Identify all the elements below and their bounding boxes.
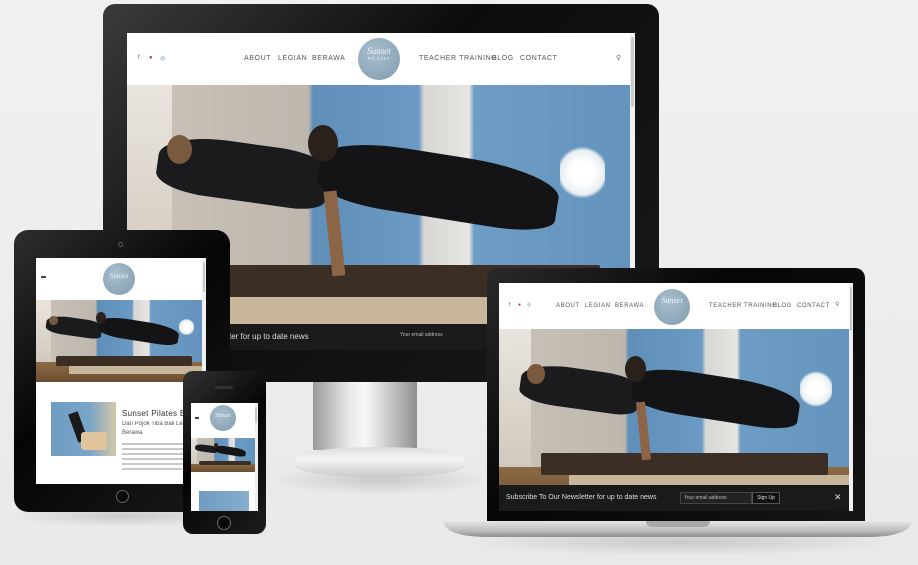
nav-teacher-training[interactable]: TEACHER TRAINING: [419, 55, 497, 62]
tablet-card-text-line: [122, 468, 182, 470]
facebook-icon[interactable]: f: [509, 302, 510, 308]
newsletter-close-icon[interactable]: ✕: [834, 492, 842, 503]
phone-logo-text: Sunset: [215, 413, 231, 419]
phone-logo[interactable]: Sunset: [210, 405, 236, 431]
laptop-logo[interactable]: Sunset: [654, 289, 690, 325]
nav-contact[interactable]: CONTACT: [520, 55, 558, 62]
phone-scrollbar[interactable]: [255, 403, 258, 511]
phone-hero-photo: [191, 438, 255, 472]
tablet-card-image[interactable]: [51, 402, 116, 456]
nav-legian[interactable]: LEGIAN: [278, 55, 307, 62]
desktop-site-header: f ● ◎ ABOUT LEGIAN BERAWA Sunset PILATES…: [127, 33, 635, 85]
search-icon[interactable]: ⚲: [835, 301, 839, 308]
instagram-icon[interactable]: ◎: [160, 55, 165, 62]
laptop-notch: [646, 521, 710, 527]
laptop-newsletter-bar: Subscribe To Our Newsletter for up to da…: [499, 485, 849, 511]
phone-card-image[interactable]: [199, 491, 249, 511]
laptop-newsletter-email-input[interactable]: Your email address: [680, 492, 752, 504]
nav-about[interactable]: ABOUT: [556, 303, 580, 309]
tablet-logo[interactable]: Sunset: [103, 263, 135, 295]
nav-legian[interactable]: LEGIAN: [585, 303, 611, 309]
tablet-card-text-line: [122, 458, 188, 460]
laptop-logo-text: Sunset: [661, 296, 683, 305]
phone-device: Sunset: [183, 371, 266, 534]
tablet-home-button[interactable]: [116, 490, 129, 503]
phone-home-button[interactable]: [217, 516, 231, 530]
monitor-stand: [313, 382, 417, 450]
instagram-icon[interactable]: ◎: [527, 302, 531, 308]
nav-blog[interactable]: BLOG: [492, 55, 514, 62]
phone-screen: Sunset: [191, 403, 258, 511]
logo-subtext: PILATES: [367, 56, 391, 61]
logo-text: Sunset: [367, 46, 391, 56]
facebook-icon[interactable]: f: [138, 55, 140, 61]
newsletter-email-input[interactable]: Your email address: [397, 330, 497, 342]
nav-about[interactable]: ABOUT: [244, 55, 271, 62]
tablet-camera: [118, 242, 123, 247]
nav-blog[interactable]: BLOG: [773, 303, 792, 309]
laptop-device: f ● ◎ ABOUT LEGIAN BERAWA Sunset TEACHER…: [487, 268, 865, 522]
nav-berawa[interactable]: BERAWA: [312, 55, 345, 62]
nav-berawa[interactable]: BERAWA: [615, 303, 644, 309]
phone-speaker: [215, 386, 233, 389]
tablet-menu-icon[interactable]: [41, 276, 46, 278]
tablet-card-subtitle-2: Berawa: [122, 430, 143, 436]
laptop-screen: f ● ◎ ABOUT LEGIAN BERAWA Sunset TEACHER…: [499, 283, 853, 511]
tripadvisor-icon[interactable]: ●: [149, 55, 153, 61]
laptop-hero-photo: [499, 329, 849, 511]
tablet-screen: Sunset Sunset Pilates Bali Dari Pojok Ti…: [36, 258, 206, 484]
monitor-stand-base: [296, 447, 464, 477]
phone-menu-icon[interactable]: [195, 417, 199, 419]
laptop-newsletter-signup-button[interactable]: Sign Up: [752, 492, 780, 504]
laptop-scrollbar[interactable]: [849, 283, 853, 511]
search-icon[interactable]: ⚲: [616, 54, 621, 62]
laptop-newsletter-text: Subscribe To Our Newsletter for up to da…: [506, 494, 657, 501]
tablet-hero-photo: [36, 300, 202, 382]
sunset-pilates-logo[interactable]: Sunset PILATES: [358, 38, 400, 80]
tablet-logo-text: Sunset: [109, 272, 129, 280]
nav-contact[interactable]: CONTACT: [797, 303, 830, 309]
tripadvisor-icon[interactable]: ●: [518, 302, 521, 308]
newsletter-text: ter for up to date news: [229, 332, 309, 341]
laptop-site-header: f ● ◎ ABOUT LEGIAN BERAWA Sunset TEACHER…: [499, 283, 853, 329]
tablet-card-text-line: [122, 448, 192, 450]
nav-teacher-training[interactable]: TEACHER TRAINING: [709, 303, 778, 309]
